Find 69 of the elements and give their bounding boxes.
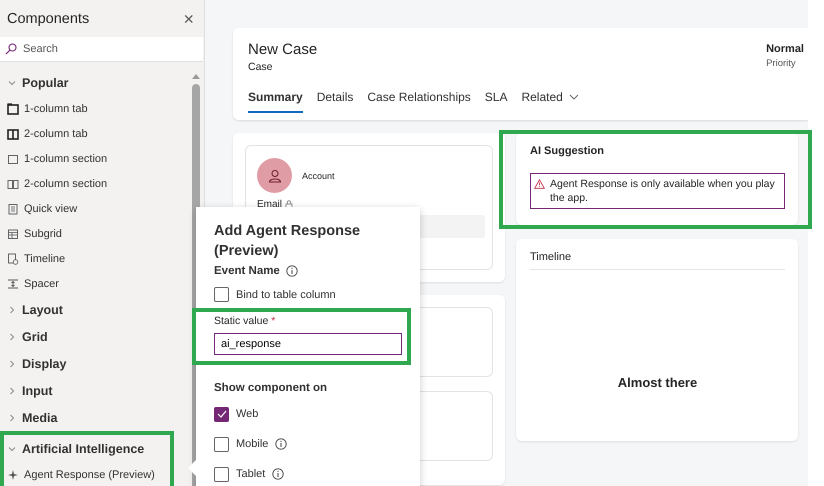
checkbox-option[interactable]: Mobile	[214, 436, 268, 452]
layout-icon	[7, 128, 19, 140]
component-item[interactable]: Timeline	[6, 246, 170, 271]
component-item[interactable]: Spacer	[6, 271, 170, 296]
checkmark-icon	[216, 410, 226, 418]
layout-icon	[7, 102, 19, 114]
chevron-icon	[8, 306, 16, 314]
tab[interactable]: Case Relationships	[367, 86, 471, 113]
close-button[interactable]: ×	[183, 10, 194, 28]
priority-value: Normal	[766, 43, 804, 55]
status-text: Almost there	[618, 375, 698, 390]
record-type: Case	[248, 61, 274, 73]
chevron-icon	[8, 332, 16, 340]
record-title: New Case	[248, 41, 318, 58]
chevron-icon	[8, 386, 16, 394]
popup-title: Add Agent Response (Preview)	[214, 222, 362, 261]
list-icon	[7, 228, 19, 240]
checkbox[interactable]	[214, 287, 229, 302]
section-heading: Show component on	[214, 382, 328, 394]
layout-icon	[7, 178, 19, 190]
group-header[interactable]: Display	[6, 350, 170, 377]
layout-icon	[7, 152, 19, 164]
timeline-icon	[7, 252, 19, 264]
group-header[interactable]: Layout	[6, 296, 170, 323]
component-item[interactable]: Agent Response (Preview)	[6, 462, 170, 486]
chevron-icon	[8, 414, 16, 422]
panel-title: Components	[7, 10, 90, 26]
card-title: AI Suggestion	[530, 145, 605, 157]
group-header[interactable]: Grid	[6, 323, 170, 350]
checkbox[interactable]	[214, 406, 229, 422]
group-header[interactable]: Popular	[6, 69, 170, 96]
field-label: Email	[257, 199, 282, 210]
checkbox[interactable]	[214, 436, 229, 452]
field-label: Account	[302, 170, 335, 180]
field-label: Static value *	[214, 315, 276, 327]
chevron-icon	[8, 78, 16, 86]
component-item[interactable]: Quick view	[6, 196, 170, 221]
warning-icon	[534, 179, 545, 189]
tab[interactable]: Summary	[248, 86, 303, 113]
chevron-icon	[8, 360, 16, 368]
spacer-icon	[7, 278, 19, 290]
card-title: Timeline	[530, 251, 785, 270]
component-item[interactable]: 2-column tab	[6, 121, 170, 146]
scroll-up-icon[interactable]	[192, 72, 200, 80]
priority-label: Priority	[766, 58, 797, 69]
tab[interactable]: Related	[521, 86, 579, 113]
field-label: Event Name	[214, 265, 280, 277]
search-icon	[5, 43, 17, 55]
static-value-field[interactable]: ai_response	[214, 333, 402, 355]
group-header[interactable]: Artificial Intelligence	[6, 435, 170, 462]
group-header[interactable]: Media	[6, 404, 170, 431]
component-item[interactable]: 1-column tab	[6, 96, 170, 121]
group-header[interactable]: Input	[6, 377, 170, 404]
person-icon	[268, 168, 282, 182]
checkbox-option[interactable]: Bind to table column	[214, 287, 402, 302]
tab[interactable]: SLA	[484, 86, 508, 113]
list-icon	[7, 202, 19, 214]
chevron-icon	[8, 444, 16, 452]
checkbox-option[interactable]: Tablet	[214, 466, 266, 482]
component-item[interactable]: Subgrid	[6, 221, 170, 246]
checkbox[interactable]	[214, 466, 229, 482]
component-item[interactable]: 2-column section	[6, 171, 170, 196]
sparkle-icon	[7, 468, 19, 480]
component-item[interactable]: 1-column section	[6, 146, 170, 171]
warning-text: Agent Response is only available when you play the app.	[550, 177, 776, 206]
search-field[interactable]: Search	[0, 37, 203, 62]
checkbox-option[interactable]: Web	[214, 406, 258, 422]
tab[interactable]: Details	[316, 86, 354, 113]
info-icon	[286, 265, 298, 277]
